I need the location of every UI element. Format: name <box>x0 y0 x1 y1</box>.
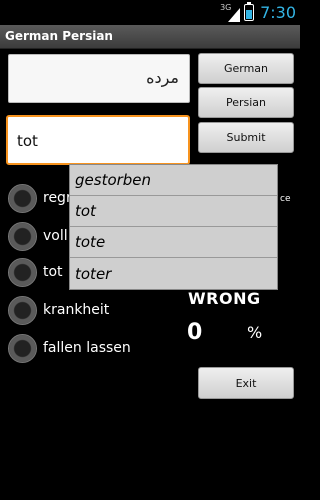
result-status: WRONG <box>188 289 261 308</box>
app-title-bar: German Persian <box>0 25 300 49</box>
autocomplete-item[interactable]: toter <box>70 258 277 289</box>
persian-word-box: مرده <box>8 54 190 103</box>
status-bar: 3G 7:30 <box>0 0 300 25</box>
choice-option[interactable]: voll <box>8 219 68 253</box>
percent-sign: % <box>247 323 263 342</box>
choice-label: tot <box>43 264 63 280</box>
answer-input[interactable]: tot <box>6 115 190 165</box>
clock: 7:30 <box>260 3 296 22</box>
choice-label: regr <box>43 190 72 206</box>
german-button[interactable]: German <box>198 53 294 84</box>
choice-label: voll <box>43 228 68 244</box>
choice-option[interactable]: fallen lassen <box>8 331 131 365</box>
choice-option[interactable]: krankheit <box>8 293 109 327</box>
answer-input-value: tot <box>17 132 38 150</box>
autocomplete-item[interactable]: tote <box>70 227 277 258</box>
radio-button[interactable] <box>8 183 37 213</box>
exit-button[interactable]: Exit <box>198 367 294 399</box>
persian-button[interactable]: Persian <box>198 87 294 118</box>
radio-button[interactable] <box>8 221 37 251</box>
choice-option[interactable]: regr <box>8 181 72 215</box>
choice-option[interactable]: tot <box>8 255 63 289</box>
persian-word: مرده <box>146 68 179 87</box>
score-value: 0 <box>187 320 203 345</box>
signal-icon: 3G <box>220 3 241 23</box>
choice-label: fallen lassen <box>43 340 131 356</box>
submit-button[interactable]: Submit <box>198 122 294 153</box>
radio-button[interactable] <box>8 333 37 363</box>
autocomplete-item[interactable]: gestorben <box>70 165 277 196</box>
partially-hidden-text: ce <box>280 194 291 204</box>
choice-label: krankheit <box>43 302 110 318</box>
battery-icon <box>244 2 255 21</box>
radio-button[interactable] <box>8 295 37 325</box>
radio-button[interactable] <box>8 257 37 287</box>
autocomplete-item[interactable]: tot <box>70 196 277 227</box>
app-title: German Persian <box>5 29 113 43</box>
autocomplete-dropdown: gestorben tot tote toter <box>69 164 278 290</box>
